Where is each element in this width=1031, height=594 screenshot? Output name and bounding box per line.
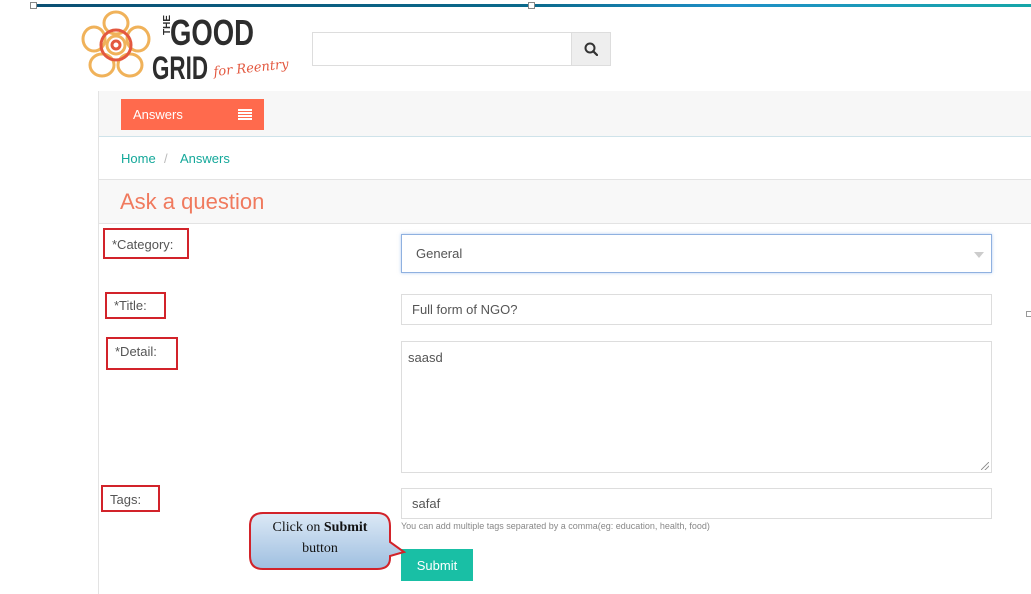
flower-logo-icon [81, 10, 151, 78]
answers-label: Answers [133, 107, 183, 122]
title-input-value: Full form of NGO? [412, 302, 518, 317]
logo-wordmark: THE GOOD GRID for Reentry [152, 12, 290, 84]
toolbar: Answers [99, 91, 1031, 137]
category-selected-value: General [416, 246, 463, 261]
search-icon [584, 42, 598, 56]
title-input[interactable]: Full form of NGO? [401, 294, 992, 325]
breadcrumb-separator: / [164, 151, 168, 166]
category-label: *Category: [103, 228, 189, 259]
detail-textarea[interactable]: saasd [401, 341, 992, 473]
menu-icon [238, 109, 252, 120]
resize-handle-icon[interactable] [981, 462, 989, 470]
chevron-down-icon [974, 252, 984, 258]
callout-bold: Submit [323, 520, 368, 535]
category-select[interactable]: General [401, 234, 992, 273]
breadcrumb-home[interactable]: Home [121, 151, 156, 166]
callout-prefix: Click on [272, 520, 324, 535]
logo-grid: GRID [152, 50, 208, 84]
logo-tagline: for Reentry [212, 57, 290, 80]
breadcrumb-answers[interactable]: Answers [180, 151, 230, 166]
callout-suffix: button [302, 541, 338, 556]
page-heading-bar: Ask a question [99, 180, 1031, 224]
title-label: *Title: [105, 292, 166, 319]
site-logo[interactable]: THE GOOD GRID for Reentry [80, 9, 300, 84]
page-title: Ask a question [120, 189, 265, 214]
top-accent-line [30, 2, 1031, 9]
submit-button[interactable]: Submit [401, 549, 473, 581]
detail-label: *Detail: [106, 337, 178, 370]
tags-input[interactable]: safaf [401, 488, 992, 519]
logo-good: GOOD [170, 12, 254, 53]
breadcrumb: Home / Answers [99, 137, 1031, 180]
answers-menu-button[interactable]: Answers [121, 99, 264, 130]
tags-helper-text: You can add multiple tags separated by a… [401, 521, 710, 531]
search-input[interactable] [313, 33, 573, 65]
tags-input-value: safaf [412, 496, 441, 511]
tags-label: Tags: [101, 485, 160, 512]
callout-text: Click on Submit button [255, 517, 385, 559]
search-box [312, 32, 611, 66]
search-button[interactable] [571, 33, 610, 65]
detail-textarea-value: saasd [408, 350, 443, 365]
